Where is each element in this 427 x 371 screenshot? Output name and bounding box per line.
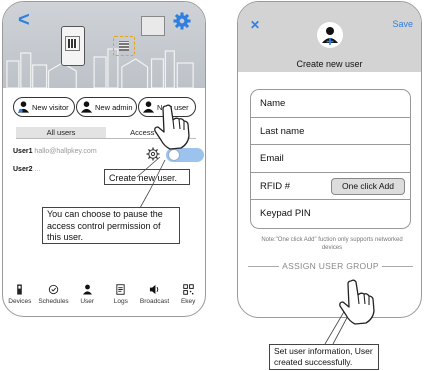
schedule-icon	[48, 284, 59, 295]
header-banner: <	[3, 2, 205, 88]
device-icon	[17, 284, 23, 295]
skyline-illustration	[6, 48, 194, 88]
new-user-button[interactable]: New user	[138, 97, 196, 117]
gear-icon[interactable]	[173, 12, 191, 30]
create-user-screen: ✕ Save Create new user Name Last name Em…	[237, 1, 422, 318]
user-icon	[142, 101, 155, 113]
divider	[248, 265, 280, 267]
logs-icon	[116, 284, 125, 295]
nav-label: Devices	[8, 298, 32, 305]
user-icon	[82, 284, 92, 295]
phone-qr-illustration	[61, 26, 85, 66]
nav-label: Logs	[113, 298, 128, 305]
nav-label: User	[80, 298, 95, 305]
assign-user-group-button[interactable]: ASSIGN USER GROUP	[248, 261, 414, 271]
field-label: Last name	[260, 125, 305, 137]
device-icon	[141, 16, 165, 36]
new-user-label: New user	[157, 102, 189, 112]
callout-user-created: Set user information, User created succe…	[269, 344, 379, 370]
create-user-header: ✕ Save Create new user	[238, 2, 421, 72]
nav-user[interactable]: User	[70, 280, 104, 314]
close-button[interactable]: ✕	[250, 18, 260, 32]
user-email: ...	[34, 166, 41, 173]
field-label: Email	[260, 153, 284, 164]
bottom-nav: Devices Schedules User Logs Broadcast Ek…	[3, 280, 205, 314]
settings-gear-icon[interactable]	[146, 147, 160, 161]
back-button[interactable]: <	[18, 10, 30, 30]
new-admin-label: New admin	[95, 102, 133, 112]
name-field[interactable]: Name	[251, 90, 410, 118]
nav-schedules[interactable]: Schedules	[37, 280, 71, 314]
access-toggle[interactable]	[166, 148, 204, 162]
keypad-pin-field[interactable]: Keypad PIN	[251, 200, 410, 228]
avatar	[317, 22, 343, 48]
tab-access-level[interactable]: Access level	[106, 127, 196, 138]
nav-logs[interactable]: Logs	[104, 280, 138, 314]
one-click-add-button[interactable]: One click Add	[331, 177, 405, 195]
assign-label: ASSIGN USER GROUP	[282, 261, 379, 271]
user-tabs: All users Access level	[16, 127, 196, 139]
new-admin-button[interactable]: New admin	[76, 97, 137, 117]
new-visitor-label: New visitor	[32, 102, 69, 112]
email-field[interactable]: Email	[251, 145, 410, 173]
user-name: User1	[13, 148, 33, 155]
callout-pause-access: You can choose to pause the access contr…	[42, 207, 180, 244]
nav-label: Broadcast	[139, 298, 170, 305]
last-name-field[interactable]: Last name	[251, 118, 410, 145]
one-click-note: Note:"One click Add" fuction only suppor…	[261, 237, 403, 251]
nav-label: Schedules	[38, 298, 69, 305]
qr-code-icon	[119, 41, 129, 51]
divider	[381, 265, 414, 267]
visitor-icon	[17, 101, 30, 113]
user-name: User2	[13, 166, 33, 173]
new-visitor-button[interactable]: New visitor	[13, 97, 75, 117]
field-label: Name	[260, 98, 286, 109]
admin-icon	[80, 101, 93, 113]
page-title: Create new user	[296, 59, 363, 69]
callout-create-new-user: Create new user.	[104, 169, 190, 185]
tab-all-users[interactable]: All users	[16, 127, 106, 138]
broadcast-icon	[149, 284, 159, 295]
nav-broadcast[interactable]: Broadcast	[138, 280, 172, 314]
qr-scan-frame-icon	[113, 36, 135, 56]
user-info-form: Name Last name Email RFID # One click Ad…	[250, 89, 411, 229]
nav-label: Ekey	[180, 298, 196, 305]
table-row[interactable]: User1 hallo@hallpkey.com	[13, 148, 97, 155]
toggle-knob	[168, 149, 180, 161]
user-list-screen: < New visitor New admin New user All use…	[2, 1, 206, 317]
rfid-field[interactable]: RFID # One click Add	[251, 173, 410, 200]
nav-ekey[interactable]: Ekey	[171, 280, 205, 314]
add-user-icon	[322, 27, 338, 45]
save-button[interactable]: Save	[392, 19, 413, 29]
field-label: RFID #	[260, 180, 291, 192]
nav-devices[interactable]: Devices	[3, 280, 37, 314]
user-email: hallo@hallpkey.com	[34, 148, 97, 155]
qr-code-icon	[68, 39, 77, 48]
qr-code-icon	[182, 284, 194, 295]
table-row[interactable]: User2 ...	[13, 166, 40, 173]
field-label: Keypad PIN	[260, 208, 311, 219]
